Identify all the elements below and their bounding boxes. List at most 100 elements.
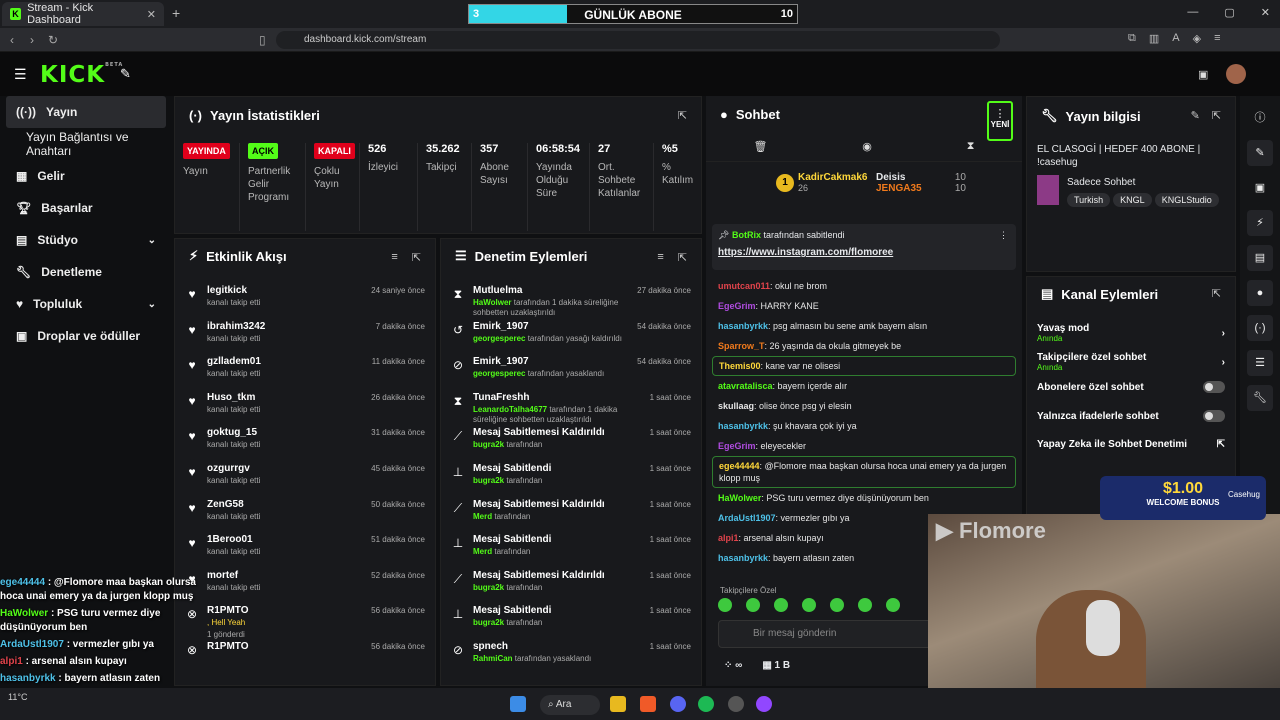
toggle-switch[interactable] <box>1203 410 1225 422</box>
table-row[interactable]: ⟋ Mesaj Sabitlemesi Kaldırıldı Merd tarafı… <box>441 497 701 533</box>
url-field[interactable]: dashboard.kick.com/stream <box>276 31 1000 49</box>
edit-icon[interactable]: ✎ <box>1191 109 1200 122</box>
mod-actor[interactable]: bugra2k <box>473 583 504 592</box>
leader2-name[interactable]: Deisis <box>876 172 905 183</box>
mod-actor[interactable]: bugra2k <box>473 618 504 627</box>
list-item[interactable]: ♥ Huso_tkm kanalı takip etti 26 dakika önce <box>175 390 435 426</box>
sidebar-item-droplar[interactable]: ▣ Droplar ve ödüller <box>0 320 172 352</box>
channel-action-item[interactable]: Yalnızca ifadelerle sohbet <box>1037 410 1225 422</box>
menu-icon[interactable]: ≡ <box>1214 32 1220 45</box>
info-icon[interactable]: ⓘ <box>1247 105 1273 131</box>
document-icon[interactable]: ▤ <box>1247 245 1273 271</box>
list-item[interactable]: ♥ ibrahim3242 kanalı takip etti 7 dakika ön… <box>175 319 435 355</box>
edit-icon[interactable]: ✎ <box>1247 140 1273 166</box>
list-item[interactable]: ♥ mortef kanalı takip etti 52 dakika önce <box>175 568 435 604</box>
channel-action-item[interactable]: Yavaş mod Anında › <box>1037 323 1225 343</box>
avatar[interactable] <box>1226 64 1247 84</box>
channel-action-item[interactable]: Takipçilere özel sohbet Anında › <box>1037 352 1225 372</box>
pinned-link[interactable]: https://www.instagram.com/flomoree <box>718 247 1010 258</box>
obs-icon[interactable] <box>756 696 772 712</box>
screen-icon[interactable]: ▣ <box>1247 175 1273 201</box>
bolt-icon[interactable]: ⚡︎ <box>1247 210 1273 236</box>
tag[interactable]: KNGLStudio <box>1154 193 1219 207</box>
steam-icon[interactable] <box>728 696 744 712</box>
emote-icon[interactable] <box>802 598 816 612</box>
emote-icon[interactable] <box>774 598 788 612</box>
leader-name[interactable]: KadirCakmak6 <box>798 172 867 183</box>
browser-tab[interactable]: K Stream - Kick Dashboard ✕ <box>2 2 164 26</box>
hamburger-menu-icon[interactable]: ☰ <box>14 66 27 83</box>
chat-username[interactable]: HaWolwer <box>718 493 761 503</box>
chat-username[interactable]: Sparrow_T <box>718 341 765 351</box>
table-row[interactable]: ⧗ TunaFreshh LeanardoTalha4677 tarafından … <box>441 390 701 426</box>
chat-username[interactable]: Themis00 <box>719 361 761 371</box>
table-row[interactable]: ⊘ Emirk_1907 georgesperec tarafından yasak… <box>441 354 701 390</box>
table-row[interactable]: ↺ Emirk_1907 georgesperec tarafından yasağ… <box>441 319 701 355</box>
list-item[interactable]: ♥ gzlladem01 kanalı takip etti 11 dakika ön… <box>175 354 435 390</box>
hourglass-icon[interactable]: ⧗ <box>967 140 975 161</box>
sidebar-item-denetleme[interactable]: 🔧︎ Denetleme <box>0 256 172 288</box>
translate-icon[interactable]: A <box>1172 32 1179 45</box>
discord-icon[interactable] <box>670 696 686 712</box>
mod-actor[interactable]: bugra2k <box>473 440 504 449</box>
mod-actor[interactable]: Merd <box>473 512 492 521</box>
table-row[interactable]: ⟋ Mesaj Sabitlemesi Kaldırıldı bugra2k tar… <box>441 568 701 604</box>
kick-logo[interactable]: KICKBETA <box>40 62 123 88</box>
list-item[interactable]: ♥ 1Beroo01 kanalı takip etti 51 dakika önce <box>175 532 435 568</box>
chat-bubble-icon[interactable]: ● <box>1247 280 1273 306</box>
table-row[interactable]: ⊥ Mesaj Sabitlendi Merd tarafından 1 saat ö… <box>441 532 701 568</box>
bookmark-icon[interactable]: ▯ <box>259 33 266 47</box>
tag[interactable]: Turkish <box>1067 193 1111 207</box>
category-name[interactable]: Sadece Sohbet <box>1067 177 1135 188</box>
file-explorer-icon[interactable] <box>610 696 626 712</box>
list-item[interactable]: ⊗ R1PMTO, Hell Yeah 1 gönderdi 56 dakika ön… <box>175 603 435 639</box>
trash-icon[interactable]: 🗑︎ <box>753 140 767 161</box>
table-row[interactable]: ⊘ spnech RahmiCan tarafından yasaklandı 1 s… <box>441 639 701 675</box>
close-window-icon[interactable]: ✕ <box>1261 6 1270 19</box>
sidebar-icon[interactable]: ▥ <box>1149 32 1159 45</box>
tab-close-icon[interactable]: ✕ <box>147 8 156 21</box>
channel-action-item[interactable]: Yapay Zeka ile Sohbet Denetimi ⇱ <box>1037 439 1225 450</box>
list-item[interactable]: ♥ legitkick kanalı takip etti 24 saniye önc… <box>175 283 435 319</box>
chat-username[interactable]: atavratalisca <box>718 381 773 391</box>
minimize-icon[interactable]: — <box>1187 6 1198 19</box>
pin-icon[interactable]: ✎ <box>120 66 131 82</box>
chat-username[interactable]: umutcan011 <box>718 281 770 291</box>
broadcast-icon[interactable]: (·) <box>1247 315 1273 341</box>
chat-username[interactable]: skullaag <box>718 401 754 411</box>
maximize-icon[interactable]: ▢ <box>1224 6 1234 19</box>
more-icon[interactable]: ⋮ <box>999 230 1008 241</box>
wrench-icon[interactable]: 🔧︎ <box>1247 385 1273 411</box>
chat-username[interactable]: hasanbyrkk <box>718 321 768 331</box>
chat-username[interactable]: hasanbyrkk <box>718 553 768 563</box>
leader3-name[interactable]: JENGA35 <box>876 183 922 194</box>
sidebar-item-gelir[interactable]: ▦ Gelir <box>0 160 172 192</box>
popout-icon[interactable]: ⇱ <box>412 251 421 264</box>
sidebar-item-basarilar[interactable]: 🏆︎ Başarılar <box>0 192 172 224</box>
windows-start-icon[interactable] <box>510 696 526 712</box>
emote-icon[interactable] <box>886 598 900 612</box>
chat-username[interactable]: hasanbyrkk <box>718 421 768 431</box>
slow-count[interactable]: ▦ 1 B <box>762 660 790 671</box>
chat-username[interactable]: ege44444 <box>719 461 760 471</box>
emote-icon[interactable] <box>858 598 872 612</box>
channel-action-item[interactable]: Abonelere özel sohbet <box>1037 381 1225 393</box>
table-row[interactable]: ⧗ Mutluelma HaWolwer tarafından 1 dakika s… <box>441 283 701 319</box>
mod-actor[interactable]: HaWolwer <box>473 298 512 307</box>
sidebar-item-studyo[interactable]: ▤ Stüdyo ⌄ <box>0 224 172 256</box>
back-icon[interactable]: ‹ <box>10 33 14 47</box>
table-row[interactable]: ⊥ Mesaj Sabitlendi bugra2k tarafından 1 saa… <box>441 461 701 497</box>
popout-icon[interactable]: ⇱ <box>678 251 687 264</box>
list-icon[interactable]: ☰ <box>1247 350 1273 376</box>
mod-actor[interactable]: georgesperec <box>473 369 525 378</box>
reload-icon[interactable]: ↻ <box>48 33 58 47</box>
mod-actor[interactable]: LeanardoTalha4677 <box>473 405 547 414</box>
chat-username[interactable]: alpi1 <box>718 533 739 543</box>
extensions-icon[interactable]: ⧉ <box>1128 32 1136 45</box>
emote-icon[interactable] <box>718 598 732 612</box>
list-item[interactable]: ♥ ZenG58 kanalı takip etti 50 dakika önce <box>175 497 435 533</box>
toggle-switch[interactable] <box>1203 381 1225 393</box>
table-row[interactable]: ⟋ Mesaj Sabitlemesi Kaldırıldı bugra2k tar… <box>441 425 701 461</box>
filter-icon[interactable]: ≡ <box>657 251 663 264</box>
chat-menu-button[interactable]: ⋮ YENİ <box>987 101 1013 141</box>
